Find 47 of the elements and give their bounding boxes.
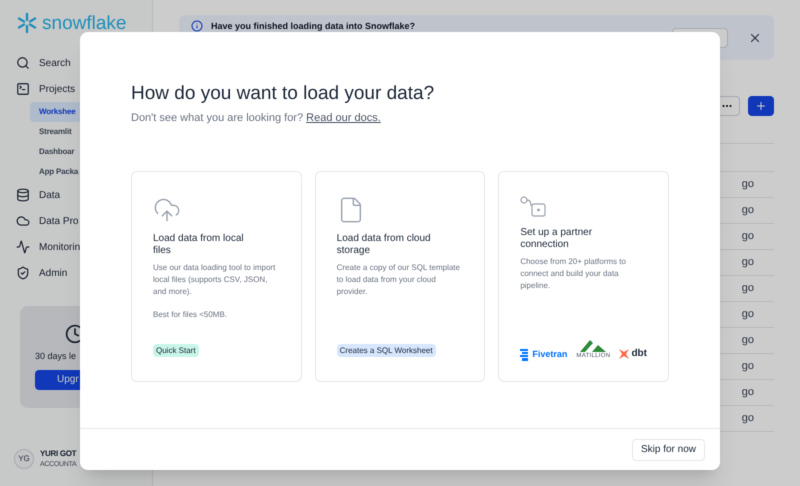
partner-logo-text: Fivetran [532,348,568,361]
table-cell-text: go [742,281,754,296]
card-description: Use our data loading tool to import local files (supports CSV, JSON, and more). [153,262,276,298]
logo-text: snowflake [42,14,126,32]
table-cell-text: go [742,333,754,348]
skip-button[interactable]: Skip for now [632,438,705,460]
table-cell-text: go [742,307,754,322]
add-button[interactable] [748,96,774,116]
nav-item[interactable]: Search [16,50,136,76]
cloud-icon [16,214,30,228]
table-cell-text: go [742,177,754,192]
banner-text: Have you finished loading data into Snowflake? [211,21,416,31]
user-name: YURI GOT [40,448,76,460]
table-cell-text: go [742,255,754,270]
card-description: Create a copy of our SQL template to load data from your cloud provider. [336,262,461,298]
admin-icon [16,266,30,280]
table-cell-text: go [742,203,754,218]
info-icon [191,20,203,32]
card-description: Choose from 20+ platforms to connect and build your data pipeline. [520,256,627,292]
table-cell-text: go [742,229,754,244]
card-title: Load data from local files [153,233,245,258]
card-description: Best for files <50MB. [153,309,228,322]
search-icon [16,56,30,70]
table-cell-text: go [742,385,754,400]
projects-icon [16,82,30,96]
connection-icon [520,196,548,218]
trial-text: 30 days le [35,350,76,364]
dbt-logo-icon [619,348,630,359]
fivetran-logo-icon [520,348,528,360]
data-icon [16,188,30,202]
plus-icon [755,100,767,112]
snowflake-logo-icon [16,12,38,34]
table-cell-text: go [742,411,754,426]
card-title: Set up a partner connection [520,227,594,252]
docs-link[interactable]: Read our docs. [306,112,381,124]
card-tag: Quick Start [153,344,199,358]
card-tag: Creates a SQL Worksheet [336,344,436,358]
matillion-logo-icon [578,340,608,352]
option-card[interactable]: Load data from local files Use our data loading tool to import local files (supports CSV, JSON, and more). Best for files <50MB. Quick Start [131,171,302,382]
card-title: Load data from cloud storage [336,233,432,258]
modal-title: How do you want to load your data? [131,82,436,106]
nav-subitem[interactable]: Dashboar [30,142,136,162]
user-avatar: YG [14,448,34,469]
partner-logo-text: dbt [631,347,647,362]
option-card[interactable]: Load data from cloud storage Create a copy of our SQL template to load data from your cloud provider. Creates a SQL Worksheet [314,171,486,382]
table-cell-text: go [742,359,754,374]
monitoring-icon [16,240,30,254]
